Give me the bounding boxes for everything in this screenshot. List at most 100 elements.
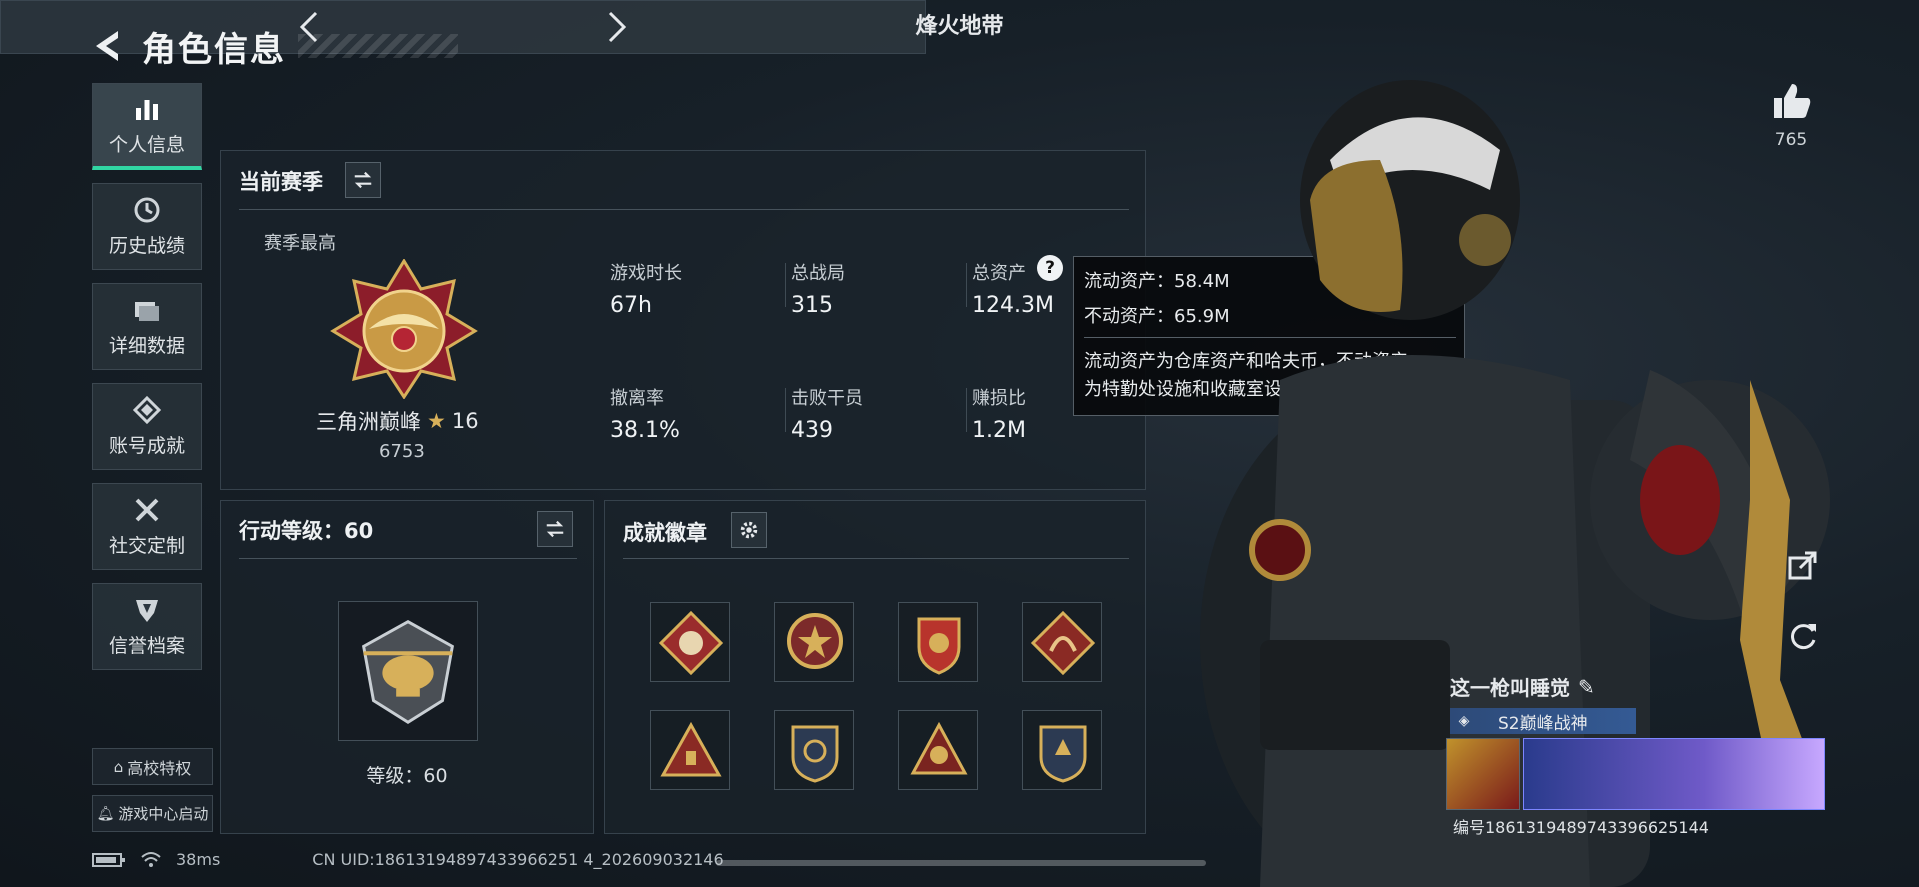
status-bar: 38ms CN UID:18613194897433966251 4_20260… — [92, 850, 724, 869]
action-level-switch-button[interactable] — [537, 511, 573, 547]
stat-value-matches: 315 — [791, 293, 833, 318]
sidebar-item-achievements[interactable]: 账号成就 — [92, 383, 202, 470]
help-icon[interactable]: ? — [1037, 255, 1063, 281]
tools-icon — [135, 498, 159, 522]
stat-value-kills: 439 — [791, 418, 833, 443]
sidebar-item-reputation[interactable]: 信誉档案 — [92, 583, 202, 670]
mode-name: 烽火地带 — [915, 14, 1004, 39]
stat-separator — [785, 388, 786, 432]
bell-icon: 🔔︎ — [96, 805, 115, 822]
crosshair-badge-icon — [791, 725, 839, 783]
stat-value-profit-ratio: 1.2M — [972, 418, 1026, 443]
stat-value-extraction-rate: 38.1% — [610, 418, 680, 443]
name-card-banner[interactable] — [1523, 738, 1825, 810]
bar-chart-icon — [136, 99, 158, 120]
badge-slot[interactable] — [898, 602, 978, 682]
badges-title: 成就徽章 — [623, 521, 707, 545]
edit-icon[interactable]: ✎ — [1578, 675, 1595, 699]
action-level-title: 行动等级：60 — [239, 519, 374, 543]
flower-badge-icon — [910, 721, 968, 775]
action-level-divider — [239, 558, 577, 559]
game-center-label: 游戏中心启动 — [118, 805, 209, 823]
sidebar-item-social[interactable]: 社交定制 — [92, 483, 202, 570]
ping-text: 38ms — [176, 850, 221, 869]
star-icon: ★ — [427, 409, 446, 433]
share-icon — [1788, 551, 1817, 580]
rank-emblem-icon — [330, 259, 478, 399]
shield-badge-icon — [917, 617, 961, 675]
avatar[interactable] — [1446, 738, 1520, 810]
sidebar-item-label: 社交定制 — [108, 535, 185, 557]
campus-privilege-button[interactable]: ⌂ 高校特权 — [92, 748, 213, 785]
achievement-icon — [132, 395, 162, 425]
sidebar-item-personal-info[interactable]: 个人信息 — [92, 83, 202, 170]
badge-slot[interactable] — [1022, 710, 1102, 790]
folder-icon — [135, 302, 159, 321]
sidebar-item-label: 详细数据 — [108, 335, 185, 357]
swap-icon — [354, 171, 372, 189]
season-best-label: 赛季最高 — [264, 233, 336, 254]
home-indicator[interactable] — [716, 860, 1206, 866]
stat-value-playtime: 67h — [610, 293, 652, 318]
season-switch-button[interactable] — [345, 162, 381, 198]
title-emblem-icon: ◈ — [1458, 713, 1470, 729]
profile-title: S2巅峰战神 — [1498, 713, 1588, 734]
game-center-button[interactable]: 🔔︎ 游戏中心启动 — [92, 795, 213, 832]
wolf-badge-icon — [658, 610, 724, 676]
profile-title-bar: ◈ S2巅峰战神 — [1450, 708, 1636, 734]
sidebar-item-label: 账号成就 — [108, 435, 185, 457]
profile-name-row: 这一枪叫睡觉 ✎ — [1450, 672, 1595, 701]
stat-label-profit-ratio: 赚损比 — [972, 388, 1026, 409]
dragon-badge-icon — [1030, 610, 1096, 676]
campus-icon: ⌂ — [113, 757, 124, 776]
like-button[interactable] — [1770, 80, 1814, 124]
level-emblem-frame — [338, 601, 478, 741]
badges-settings-button[interactable] — [731, 512, 767, 548]
helicopter-emblem-icon — [361, 620, 455, 725]
stat-label-extraction-rate: 撤离率 — [610, 388, 664, 409]
star-badge-icon — [787, 613, 843, 669]
season-title: 当前赛季 — [239, 170, 323, 194]
campus-label: 高校特权 — [127, 758, 192, 778]
profile-id: 编号1861319489743396625144 — [1453, 818, 1709, 837]
mode-selector: 烽火地带 — [0, 0, 1004, 54]
badge-slot[interactable] — [650, 710, 730, 790]
chevron-right-icon — [608, 11, 627, 43]
sidebar-item-history[interactable]: 历史战绩 — [92, 183, 202, 270]
season-divider — [239, 209, 1129, 210]
season-panel: 当前赛季 赛季最高 三角洲巅峰 ★ 16 6753 游戏时长 67h 总战局 3… — [220, 150, 1146, 490]
stat-separator — [785, 263, 786, 307]
pyramid-badge-icon — [660, 721, 722, 777]
next-mode-button[interactable] — [598, 9, 634, 45]
swap-icon — [546, 520, 564, 538]
clock-icon — [134, 197, 160, 223]
badge-slot[interactable] — [898, 710, 978, 790]
stat-value-assets: 124.3M — [972, 293, 1054, 318]
stat-separator — [966, 263, 967, 307]
level-text: 等级：60 — [366, 765, 448, 787]
sidebar-item-label: 信誉档案 — [108, 635, 185, 657]
stat-label-assets: 总资产 — [972, 263, 1026, 284]
share-button[interactable] — [1786, 548, 1820, 582]
battery-icon — [92, 852, 125, 867]
sidebar-item-detailed-data[interactable]: 详细数据 — [92, 283, 202, 370]
rank-name-row: 三角洲巅峰 ★ 16 — [316, 406, 479, 436]
refresh-icon — [1791, 624, 1816, 650]
like-count: 765 — [1774, 130, 1808, 150]
rank-name: 三角洲巅峰 — [316, 410, 421, 434]
shield-icon — [136, 600, 158, 622]
uid-text: CN UID:18613194897433966251 4_2026090321… — [312, 850, 724, 869]
emblem-badge-icon — [1039, 725, 1087, 783]
action-level-panel: 行动等级：60 等级：60 — [220, 500, 594, 834]
stat-label-playtime: 游戏时长 — [610, 263, 682, 284]
badges-divider — [623, 558, 1129, 559]
stat-label-matches: 总战局 — [791, 263, 845, 284]
badge-slot[interactable] — [774, 602, 854, 682]
stat-separator — [966, 388, 967, 432]
stat-label-kills: 击败干员 — [791, 388, 863, 409]
badge-slot[interactable] — [774, 710, 854, 790]
badge-slot[interactable] — [1022, 602, 1102, 682]
rank-stars: 16 — [451, 409, 479, 433]
refresh-button[interactable] — [1786, 618, 1820, 652]
badge-slot[interactable] — [650, 602, 730, 682]
